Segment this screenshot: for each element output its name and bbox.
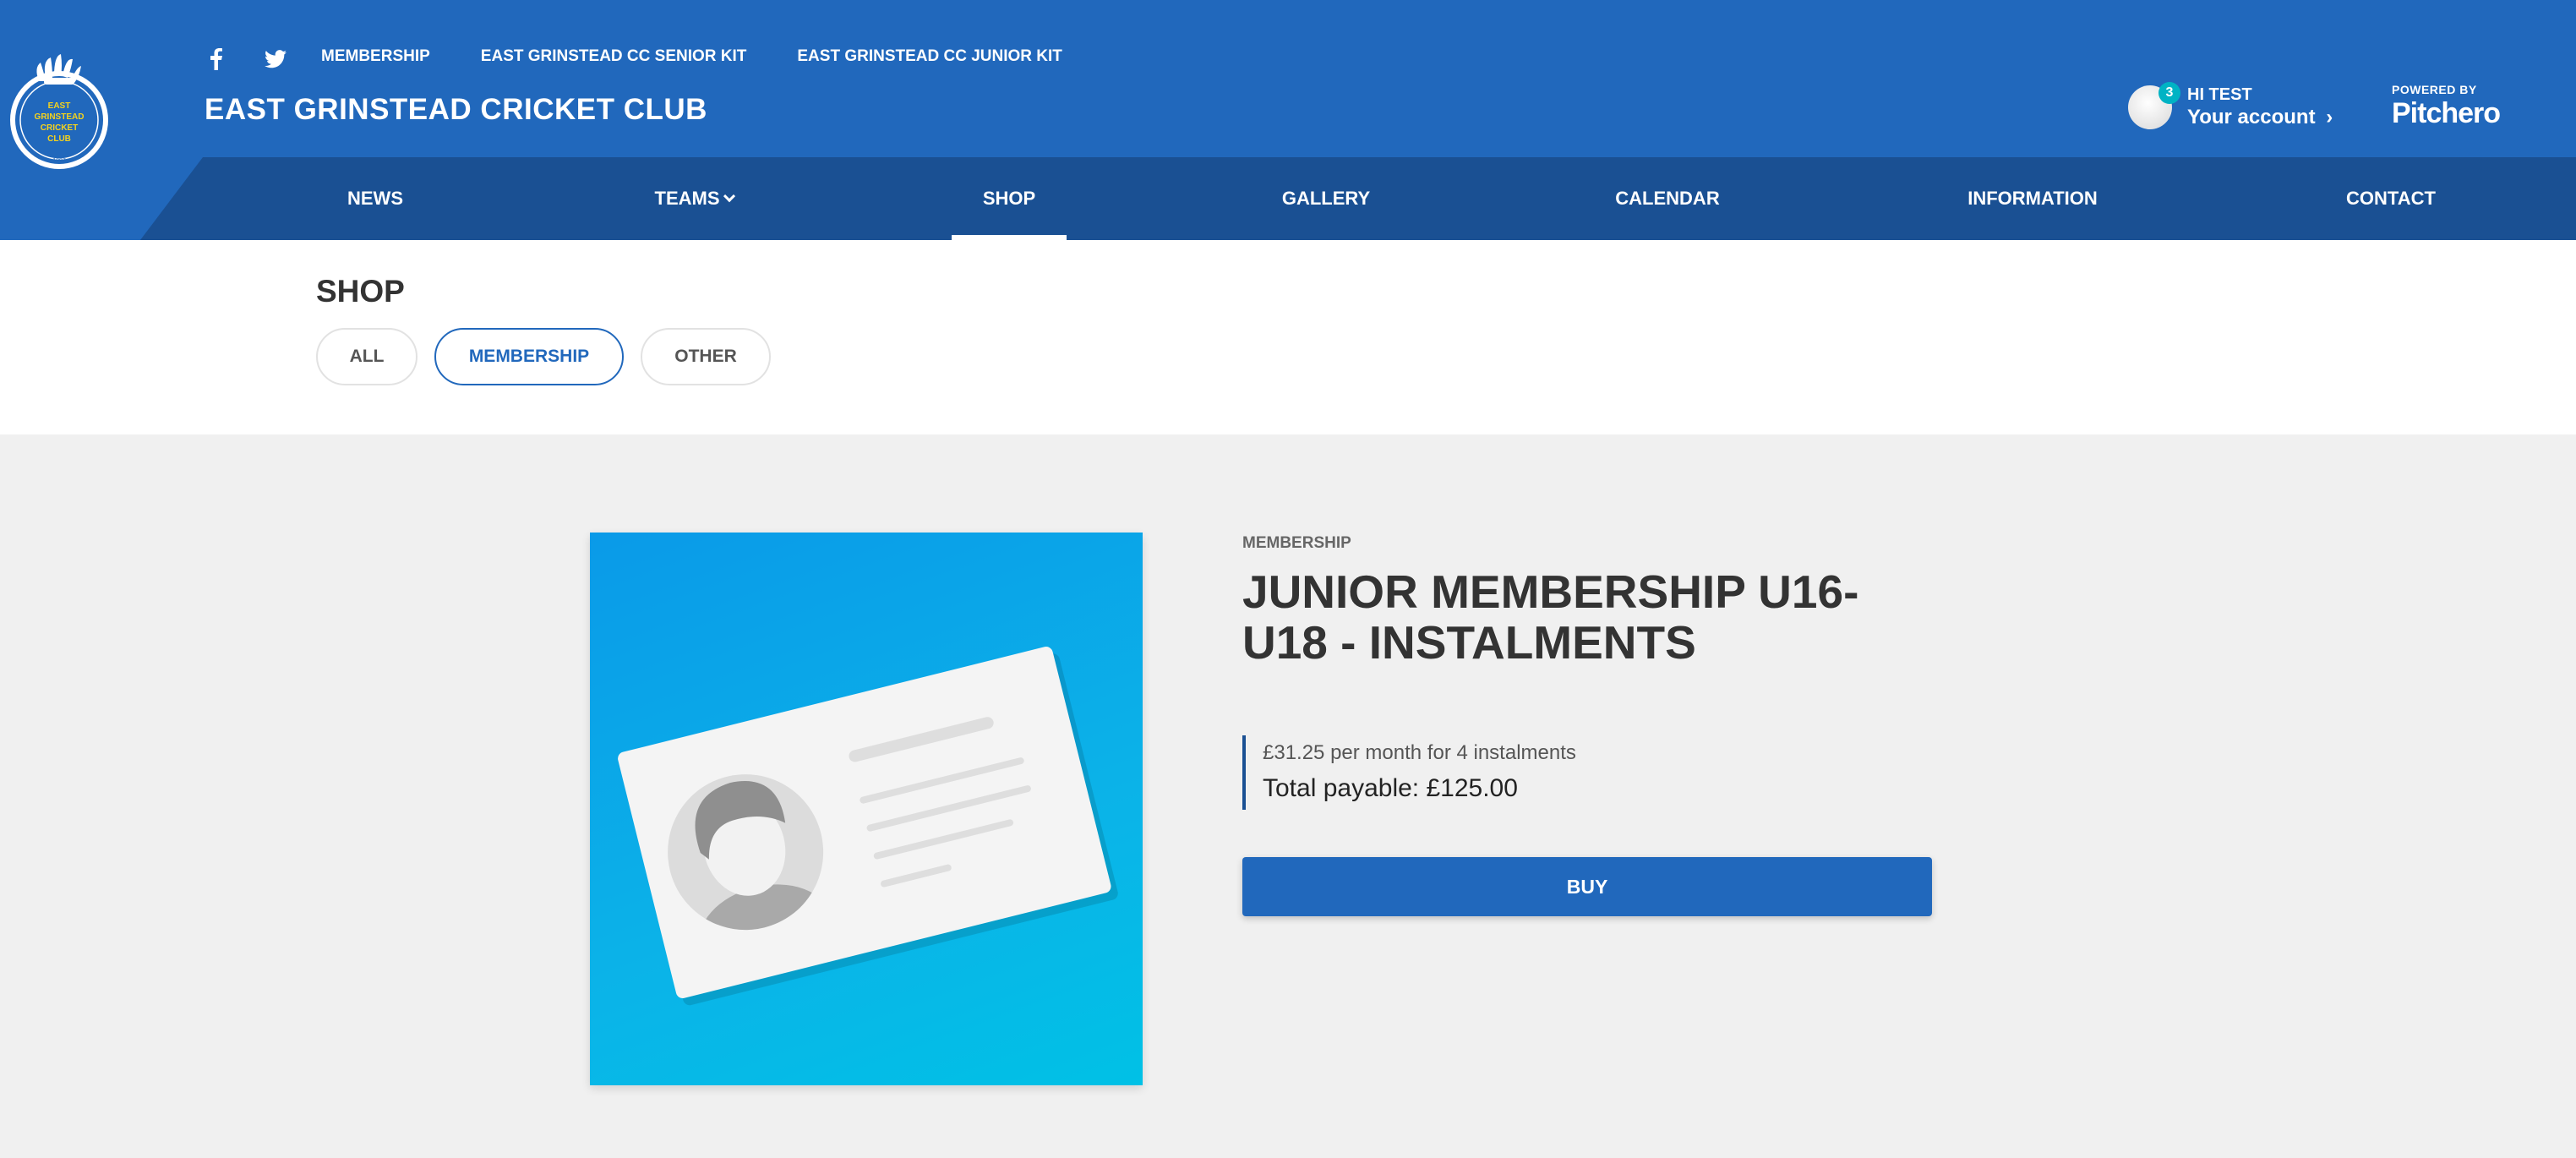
chevron-down-icon bbox=[723, 190, 735, 203]
twitter-icon[interactable] bbox=[262, 46, 289, 73]
avatar[interactable]: 3 bbox=[2128, 82, 2180, 129]
nav-item-information[interactable]: INFORMATION bbox=[1954, 157, 2111, 240]
product-image[interactable] bbox=[590, 533, 1143, 1085]
facebook-icon[interactable] bbox=[206, 46, 226, 73]
product-category: MEMBERSHIP bbox=[1242, 534, 1351, 552]
buy-button[interactable]: BUY bbox=[1242, 857, 1932, 916]
nav-item-contact-label: CONTACT bbox=[2346, 188, 2436, 209]
pitchero-logo: Pitchero bbox=[2392, 97, 2501, 129]
crest-text-1: EAST bbox=[48, 101, 71, 111]
account-menu[interactable]: 3 HI TEST Your account › bbox=[2128, 82, 2333, 130]
nav-item-contact[interactable]: CONTACT bbox=[2328, 157, 2454, 240]
top-link-junior-kit[interactable]: EAST GRINSTEAD CC JUNIOR KIT bbox=[797, 47, 1062, 66]
nav-item-calendar-label: CALENDAR bbox=[1615, 188, 1720, 209]
main-nav: NEWS TEAMS SHOP GALLERY CALENDAR INFORMA… bbox=[0, 157, 2576, 240]
crest-text-3: CRICKET bbox=[41, 123, 78, 133]
top-link-membership[interactable]: MEMBERSHIP bbox=[321, 47, 430, 66]
top-link-senior-kit[interactable]: EAST GRINSTEAD CC SENIOR KIT bbox=[481, 47, 747, 66]
crest-text-4: CLUB bbox=[47, 134, 71, 144]
your-account-link[interactable]: Your account › bbox=[2187, 105, 2333, 130]
site-header bbox=[0, 0, 2576, 157]
nav-item-news[interactable]: NEWS bbox=[323, 157, 428, 240]
product-title: JUNIOR MEMBERSHIP U16-U18 - INSTALMENTS bbox=[1242, 565, 1859, 669]
price-block: £31.25 per month for 4 instalments Total… bbox=[1242, 735, 1576, 810]
price-total: Total payable: £125.00 bbox=[1263, 774, 1518, 802]
crest-text-2: GRINSTEAD bbox=[35, 112, 85, 122]
account-greeting: HI TEST bbox=[2187, 85, 2252, 104]
nav-item-news-label: NEWS bbox=[347, 188, 403, 209]
nav-item-shop[interactable]: SHOP bbox=[952, 157, 1067, 240]
shop-header: SHOP ALL MEMBERSHIP OTHER bbox=[0, 240, 2576, 434]
nav-item-teams[interactable]: TEAMS bbox=[639, 157, 749, 240]
chevron-right-icon: › bbox=[2326, 106, 2333, 128]
filter-all-label: ALL bbox=[349, 347, 385, 366]
nav-item-gallery[interactable]: GALLERY bbox=[1266, 157, 1386, 240]
nav-item-information-label: INFORMATION bbox=[1967, 188, 2098, 209]
top-links: MEMBERSHIP EAST GRINSTEAD CC SENIOR KIT … bbox=[321, 47, 1062, 66]
powered-by-label: POWERED BY bbox=[2392, 83, 2477, 96]
nav-item-gallery-label: GALLERY bbox=[1281, 188, 1371, 209]
filter-membership-label: MEMBERSHIP bbox=[468, 347, 590, 366]
membership-card-illustration bbox=[618, 647, 1118, 1006]
page-title: SHOP bbox=[316, 274, 405, 309]
filter-other[interactable]: OTHER bbox=[641, 328, 771, 385]
club-crest-logo[interactable]: EAST GRINSTEAD CRICKET CLUB 1897 bbox=[8, 52, 110, 171]
filter-other-label: OTHER bbox=[674, 347, 737, 366]
nav-item-teams-label: TEAMS bbox=[654, 188, 720, 209]
your-account-label: Your account bbox=[2187, 106, 2316, 128]
filter-all[interactable]: ALL bbox=[316, 328, 418, 385]
nav-item-calendar[interactable]: CALENDAR bbox=[1596, 157, 1739, 240]
nav-item-shop-label: SHOP bbox=[982, 188, 1036, 209]
filter-membership[interactable]: MEMBERSHIP bbox=[434, 328, 624, 385]
price-monthly: £31.25 per month for 4 instalments bbox=[1263, 741, 1576, 764]
powered-by-pitchero[interactable]: POWERED BY Pitchero bbox=[2392, 83, 2501, 130]
club-title[interactable]: EAST GRINSTEAD CRICKET CLUB bbox=[205, 93, 707, 127]
notification-badge: 3 bbox=[2158, 82, 2180, 104]
